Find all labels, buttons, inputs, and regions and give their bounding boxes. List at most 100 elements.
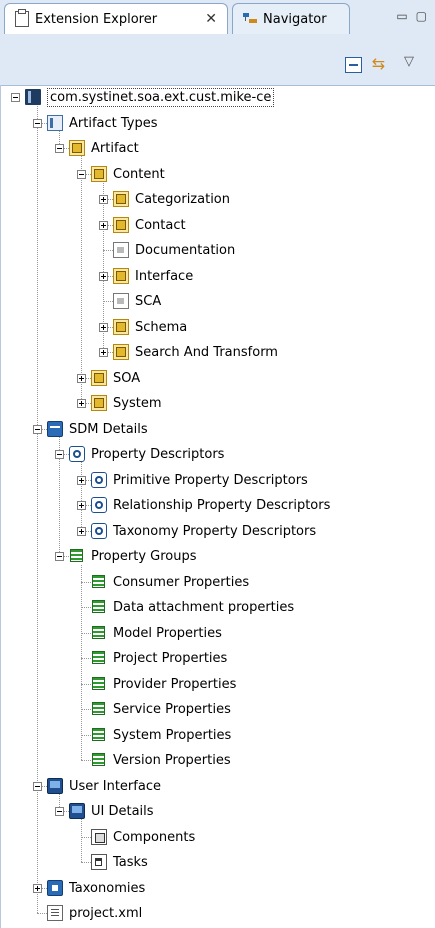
tab-extension-explorer[interactable]: Extension Explorer ✕ bbox=[4, 3, 228, 34]
tree-item-label: SOA bbox=[113, 370, 141, 386]
close-icon[interactable]: ✕ bbox=[205, 11, 217, 27]
tree-item-label: Version Properties bbox=[113, 753, 231, 768]
tree-item[interactable]: Artifact bbox=[0, 136, 435, 161]
expand-icon[interactable] bbox=[99, 348, 108, 357]
property-group-icon bbox=[91, 752, 107, 768]
collapse-icon[interactable] bbox=[55, 552, 64, 561]
tree-item[interactable]: SCA bbox=[0, 289, 435, 314]
maximize-icon[interactable]: ▢ bbox=[416, 9, 427, 23]
tree-item[interactable]: Provider Properties bbox=[0, 672, 435, 697]
tree-item-label: Schema bbox=[135, 319, 188, 335]
tree-item-label: com.systinet.soa.ext.cust.mike-ce bbox=[47, 88, 275, 107]
document-icon bbox=[113, 242, 129, 258]
tree-item[interactable]: Property Descriptors bbox=[0, 442, 435, 467]
tree-item[interactable]: Data attachment properties bbox=[0, 595, 435, 620]
tree-item[interactable]: Relationship Property Descriptors bbox=[0, 493, 435, 518]
tree-item[interactable]: Consumer Properties bbox=[0, 570, 435, 595]
collapse-icon[interactable] bbox=[55, 450, 64, 459]
tree-item[interactable]: Model Properties bbox=[0, 621, 435, 646]
tree-item[interactable]: SOA bbox=[0, 366, 435, 391]
tree-item[interactable]: Content bbox=[0, 162, 435, 187]
property-descriptor-icon bbox=[91, 497, 107, 513]
tree-item[interactable]: Tasks bbox=[0, 850, 435, 875]
tree-item[interactable]: System Properties bbox=[0, 723, 435, 748]
property-group-icon bbox=[69, 548, 85, 564]
expand-icon[interactable] bbox=[77, 526, 86, 536]
view-tab-bar: Extension Explorer ✕ Navigator ▭ ▢ bbox=[0, 0, 435, 46]
tree-item[interactable]: Property Groups bbox=[0, 544, 435, 569]
expand-icon[interactable] bbox=[77, 475, 86, 485]
tree-item[interactable]: System bbox=[0, 391, 435, 416]
expand-icon[interactable] bbox=[33, 883, 42, 893]
collapse-icon[interactable] bbox=[55, 807, 64, 816]
tree-item[interactable]: Version Properties bbox=[0, 748, 435, 773]
user-interface-icon bbox=[47, 777, 63, 794]
tree-item-label: Tasks bbox=[113, 855, 148, 870]
tree-item[interactable]: Components bbox=[0, 825, 435, 850]
tree-item[interactable]: Service Properties bbox=[0, 697, 435, 722]
expand-icon[interactable] bbox=[99, 271, 108, 281]
collapse-icon[interactable] bbox=[33, 118, 42, 128]
collapse-all-icon[interactable] bbox=[345, 57, 362, 73]
tree-item-label: System Properties bbox=[113, 727, 232, 743]
tree-item-label: Property Groups bbox=[91, 549, 197, 564]
minimize-icon[interactable]: ▭ bbox=[396, 9, 407, 23]
link-with-editor-icon[interactable]: ⇆ bbox=[370, 56, 387, 73]
tree-item[interactable]: Categorization bbox=[0, 187, 435, 212]
tree-item-label: Content bbox=[113, 166, 165, 182]
expand-icon[interactable] bbox=[77, 501, 86, 510]
tree-item-label: Interface bbox=[135, 268, 194, 284]
view-menu-icon[interactable]: ▽ bbox=[404, 54, 421, 70]
tree-item-label: Primitive Property Descriptors bbox=[113, 472, 308, 488]
expand-icon[interactable] bbox=[77, 399, 86, 408]
tree-item[interactable]: Interface bbox=[0, 264, 435, 289]
tree-item[interactable]: SDM Details bbox=[0, 417, 435, 442]
tree-item-label: Model Properties bbox=[113, 625, 222, 641]
collapse-icon[interactable] bbox=[77, 169, 86, 179]
tree-item[interactable]: Schema bbox=[0, 315, 435, 340]
tree-item[interactable]: Contact bbox=[0, 213, 435, 238]
tree-item-label: UI Details bbox=[91, 804, 154, 819]
collapse-icon[interactable] bbox=[11, 93, 20, 102]
property-group-icon bbox=[91, 675, 107, 692]
artifact-type-icon bbox=[113, 318, 129, 335]
expand-icon[interactable] bbox=[99, 322, 108, 332]
tree-item[interactable]: Documentation bbox=[0, 238, 435, 263]
tree-item-label: Search And Transform bbox=[135, 345, 278, 360]
collapse-icon[interactable] bbox=[55, 144, 64, 153]
expand-icon[interactable] bbox=[99, 195, 108, 204]
tree-item-label: Project Properties bbox=[113, 651, 228, 666]
collapse-icon[interactable] bbox=[33, 424, 42, 434]
navigator-icon bbox=[243, 13, 257, 25]
tree-item-label: Artifact Types bbox=[69, 115, 158, 131]
artifact-type-icon bbox=[113, 267, 129, 284]
expand-icon[interactable] bbox=[77, 373, 86, 383]
property-group-icon bbox=[91, 599, 107, 615]
tree-item[interactable]: Search And Transform bbox=[0, 340, 435, 365]
package-explorer-icon bbox=[15, 9, 29, 27]
tree-item[interactable]: Taxonomy Property Descriptors bbox=[0, 519, 435, 544]
component-icon bbox=[91, 828, 107, 845]
tab-navigator[interactable]: Navigator bbox=[232, 3, 350, 34]
artifact-type-icon bbox=[91, 395, 107, 411]
tree-item-label: SCA bbox=[135, 294, 162, 309]
task-icon bbox=[91, 854, 107, 870]
tree-item-label: Artifact bbox=[91, 141, 139, 156]
tree-item-label: Components bbox=[113, 829, 196, 845]
artifact-types-icon bbox=[47, 114, 63, 131]
property-group-icon bbox=[91, 701, 107, 717]
tree-item[interactable]: project.xml bbox=[0, 901, 435, 926]
collapse-icon[interactable] bbox=[33, 781, 42, 791]
tree-item-label: Service Properties bbox=[113, 702, 231, 717]
expand-icon[interactable] bbox=[99, 220, 108, 230]
tree-item[interactable]: Artifact Types bbox=[0, 111, 435, 136]
tree-item[interactable]: UI Details bbox=[0, 799, 435, 824]
view-window-controls: ▭ ▢ bbox=[396, 9, 427, 23]
tree-item[interactable]: com.systinet.soa.ext.cust.mike-ce bbox=[0, 85, 435, 110]
tree-item-label: Contact bbox=[135, 217, 186, 233]
property-group-icon bbox=[91, 650, 107, 666]
tree-item[interactable]: Project Properties bbox=[0, 646, 435, 671]
tree-item[interactable]: User Interface bbox=[0, 774, 435, 799]
tree-item[interactable]: Taxonomies bbox=[0, 876, 435, 901]
tree-item[interactable]: Primitive Property Descriptors bbox=[0, 468, 435, 493]
